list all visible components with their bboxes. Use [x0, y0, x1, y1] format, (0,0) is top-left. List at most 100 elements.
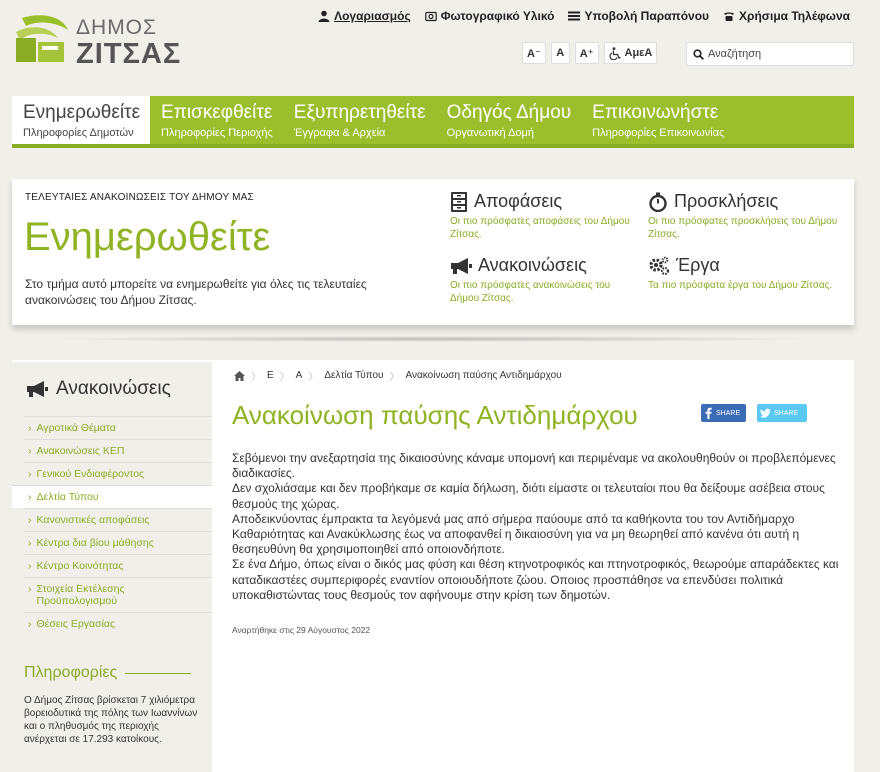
info-text: Ο Δήμος Ζίτσας βρίσκεται 7 χιλιόμετρα βο… [24, 695, 198, 745]
quick-link-decisions[interactable]: Αποφάσεις Οι πιο πρόσφατες αποφάσεις του… [450, 191, 640, 241]
quick-link-desc: Οι πιο πρόσφατες ανακοινώσεις του Δήμου … [450, 280, 611, 304]
breadcrumb-item[interactable]: Α [296, 370, 303, 381]
accessibility-button[interactable]: ΑμεΑ [603, 42, 658, 64]
font-decrease-button[interactable]: A⁻ [522, 42, 546, 64]
nav-subtitle: Πληροφορίες Δημοτών [23, 127, 134, 139]
home-icon[interactable] [234, 370, 245, 381]
nav-title: Επικοινωνήστε [592, 102, 719, 123]
list-icon [568, 11, 581, 21]
chevron-right-icon: › [28, 514, 32, 526]
camera-icon [424, 11, 437, 22]
nav-subtitle: Οργανωτική Δομή [446, 127, 534, 139]
phones-link[interactable]: Χρήσιμα Τηλέφωνα [723, 9, 850, 23]
site-header: ΔΗΜΟΣ ΖΙΤΣΑΣ Λογαριασμός Φωτογραφικό Υλι… [0, 0, 880, 90]
quick-link-desc: Τα πιο πρόσφατα έργα του Δήμου Ζίτσας. [648, 280, 833, 291]
nav-title: Εξυπηρετηθείτε [293, 102, 426, 123]
hero-panel: ΤΕΛΕΥΤΑΙΕΣ ΑΝΑΚΟΙΝΩΣΕΙΣ ΤΟΥ ΔΗΜΟΥ ΜΑΣ Εν… [12, 179, 854, 325]
account-link[interactable]: Λογαριασμός [318, 9, 411, 23]
quick-link-title: Ανακοινώσεις [478, 255, 587, 275]
nav-item-inform[interactable]: Ενημερωθείτε Πληροφορίες Δημοτών [12, 96, 151, 144]
nav-item-contact[interactable]: Επικοινωνήστε Πληροφορίες Επικοινωνίας [581, 96, 734, 144]
sidebar-item-budget[interactable]: › Στοιχεία Εκτέλεσης Προϋπολογισμού [24, 577, 212, 612]
breadcrumb-item[interactable]: Δελτία Τύπου [324, 370, 383, 381]
nav-subtitle: Πληροφορίες Περιοχής [161, 127, 273, 139]
chevron-right-icon: › [28, 445, 32, 457]
quick-link-invitations[interactable]: Προσκλήσεις Οι πιο πρόσφατες προσκλήσεις… [648, 191, 838, 241]
municipality-logo-icon [16, 15, 68, 62]
font-size-controls: A⁻ A A⁺ ΑμεΑ [522, 42, 658, 64]
article-paragraph: Δεν σχολιάσαμε και δεν προβήκαμε σε καμί… [232, 481, 825, 511]
account-link-label: Λογαριασμός [334, 9, 411, 23]
user-icon [318, 10, 330, 22]
phone-icon [724, 12, 735, 21]
divider-shadow [36, 336, 828, 342]
sidebar-item-community-center[interactable]: › Κέντρο Κοινότητας [24, 554, 212, 577]
sidebar-title: Ανακοινώσεις [26, 378, 171, 400]
info-title: Πληροφορίες [24, 664, 192, 682]
stopwatch-icon [649, 192, 667, 212]
main-nav: Ενημερωθείτε Πληροφορίες Δημοτών Επισκεφ… [12, 96, 854, 148]
nav-item-visit[interactable]: Επισκεφθείτε Πληροφορίες Περιοχής [150, 96, 283, 144]
sidebar-item-jobs[interactable]: › Θέσεις Εργασίας [24, 612, 212, 635]
chevron-right-icon: › [28, 537, 32, 549]
search-input[interactable] [708, 48, 848, 60]
sidebar-menu: › Αγροτικά Θέματα › Ανακοινώσεις ΚΕΠ › Γενι… [12, 416, 212, 635]
nav-item-guide[interactable]: Οδηγός Δήμου Οργανωτική Δομή [436, 96, 582, 144]
sidebar-item-press-releases[interactable]: › Δελτία Τύπου [12, 485, 212, 508]
hero-title: Ενημερωθείτε [24, 215, 271, 259]
logo-small-text: ΔΗΜΟΣ [76, 16, 158, 39]
hero-label: ΤΕΛΕΥΤΑΙΕΣ ΑΝΑΚΟΙΝΩΣΕΙΣ ΤΟΥ ΔΗΜΟΥ ΜΑΣ [25, 192, 254, 203]
sidebar-title-label: Ανακοινώσεις [56, 378, 171, 399]
quick-link-title: Έργα [676, 255, 720, 275]
font-normal-button[interactable]: A [550, 42, 570, 64]
gears-icon [649, 256, 670, 275]
megaphone-icon [27, 381, 48, 397]
nav-subtitle: Πληροφορίες Επικοινωνίας [592, 127, 725, 139]
complaint-link[interactable]: Υποβολή Παραπόνου [568, 9, 709, 23]
chevron-right-icon: › [28, 422, 32, 434]
megaphone-icon [451, 257, 472, 274]
breadcrumb-current: Ανακοίνωση παύσης Αντιδημάρχου [405, 370, 562, 381]
quick-link-desc: Οι πιο πρόσφατες αποφάσεις του Δήμου Ζίτ… [450, 216, 630, 240]
twitter-icon [760, 408, 771, 418]
font-increase-button[interactable]: A⁺ [574, 42, 599, 64]
quick-link-desc: Οι πιο πρόσφατες προσκλήσεις του Δήμου Ζ… [648, 216, 838, 240]
sidebar-item-general[interactable]: › Γενικού Ενδιαφέροντος [24, 462, 212, 485]
sidebar: Ανακοινώσεις › Αγροτικά Θέματα › Ανακοινώσ… [12, 362, 212, 772]
article-paragraph: Αποδεικνύοντας έμπρακτα τα λεγόμενά μας … [232, 511, 800, 557]
chevron-right-icon: › [28, 468, 32, 480]
site-logo[interactable]: ΔΗΜΟΣ ΖΙΤΣΑΣ [12, 10, 182, 70]
accessibility-label: ΑμεΑ [624, 47, 653, 59]
article-paragraph: Σε ένα Δήμο, όπως είναι ο δικός μας φύση… [232, 557, 839, 602]
twitter-share-button[interactable]: SHARE [757, 404, 807, 422]
facebook-share-button[interactable]: SHARE [701, 404, 747, 422]
photo-link[interactable]: Φωτογραφικό Υλικό [424, 9, 555, 23]
hero-description: Στο τμήμα αυτό μπορείτε να ενημερωθείτε … [25, 277, 367, 307]
chevron-right-icon: › [28, 583, 32, 595]
sidebar-item-lifelong-learning[interactable]: › Κέντρα δια βίου μάθησης [24, 531, 212, 554]
breadcrumb-separator: 〉 [279, 372, 290, 383]
info-title-rule [125, 672, 192, 674]
sidebar-item-kep[interactable]: › Ανακοινώσεις ΚΕΠ [24, 439, 212, 462]
breadcrumb: 〉 Ε 〉 Α 〉 Δελτία Τύπου 〉 Ανακοίνωση παύσ… [234, 368, 562, 383]
chevron-right-icon: › [28, 491, 32, 503]
nav-subtitle: Έγγραφα & Αρχεία [293, 127, 386, 139]
search-icon[interactable] [693, 48, 704, 60]
posted-date: Αναρτήθηκε στις 29 Αύγουστος 2022 [232, 625, 371, 635]
wheelchair-icon [609, 46, 621, 60]
twitter-share-label: SHARE [774, 409, 799, 417]
sidebar-item-regulatory[interactable]: › Κανονιστικές αποφάσεις [24, 508, 212, 531]
quick-link-announcements[interactable]: Ανακοινώσεις Οι πιο πρόσφατες ανακοινώσε… [450, 255, 640, 305]
quick-link-projects[interactable]: Έργα Τα πιο πρόσφατα έργα του Δήμου Ζίτσ… [648, 255, 838, 292]
article-paragraph: Σεβόμενοι την ανεξαρτησία της δικαιοσύνη… [232, 451, 836, 481]
complaint-link-label: Υποβολή Παραπόνου [584, 9, 710, 23]
nav-item-services[interactable]: Εξυπηρετηθείτε Έγγραφα & Αρχεία [283, 96, 436, 144]
breadcrumb-separator: 〉 [251, 372, 261, 383]
sidebar-item-agricultural[interactable]: › Αγροτικά Θέματα [24, 416, 212, 439]
chevron-right-icon: › [28, 618, 32, 630]
photo-link-label: Φωτογραφικό Υλικό [440, 9, 555, 23]
article-body: Σεβόμενοι την ανεξαρτησία της δικαιοσύνη… [232, 451, 844, 603]
breadcrumb-item[interactable]: Ε [267, 370, 274, 381]
nav-title: Οδηγός Δήμου [446, 102, 572, 123]
top-links: Λογαριασμός Φωτογραφικό Υλικό Υποβολή Πα… [318, 9, 850, 23]
